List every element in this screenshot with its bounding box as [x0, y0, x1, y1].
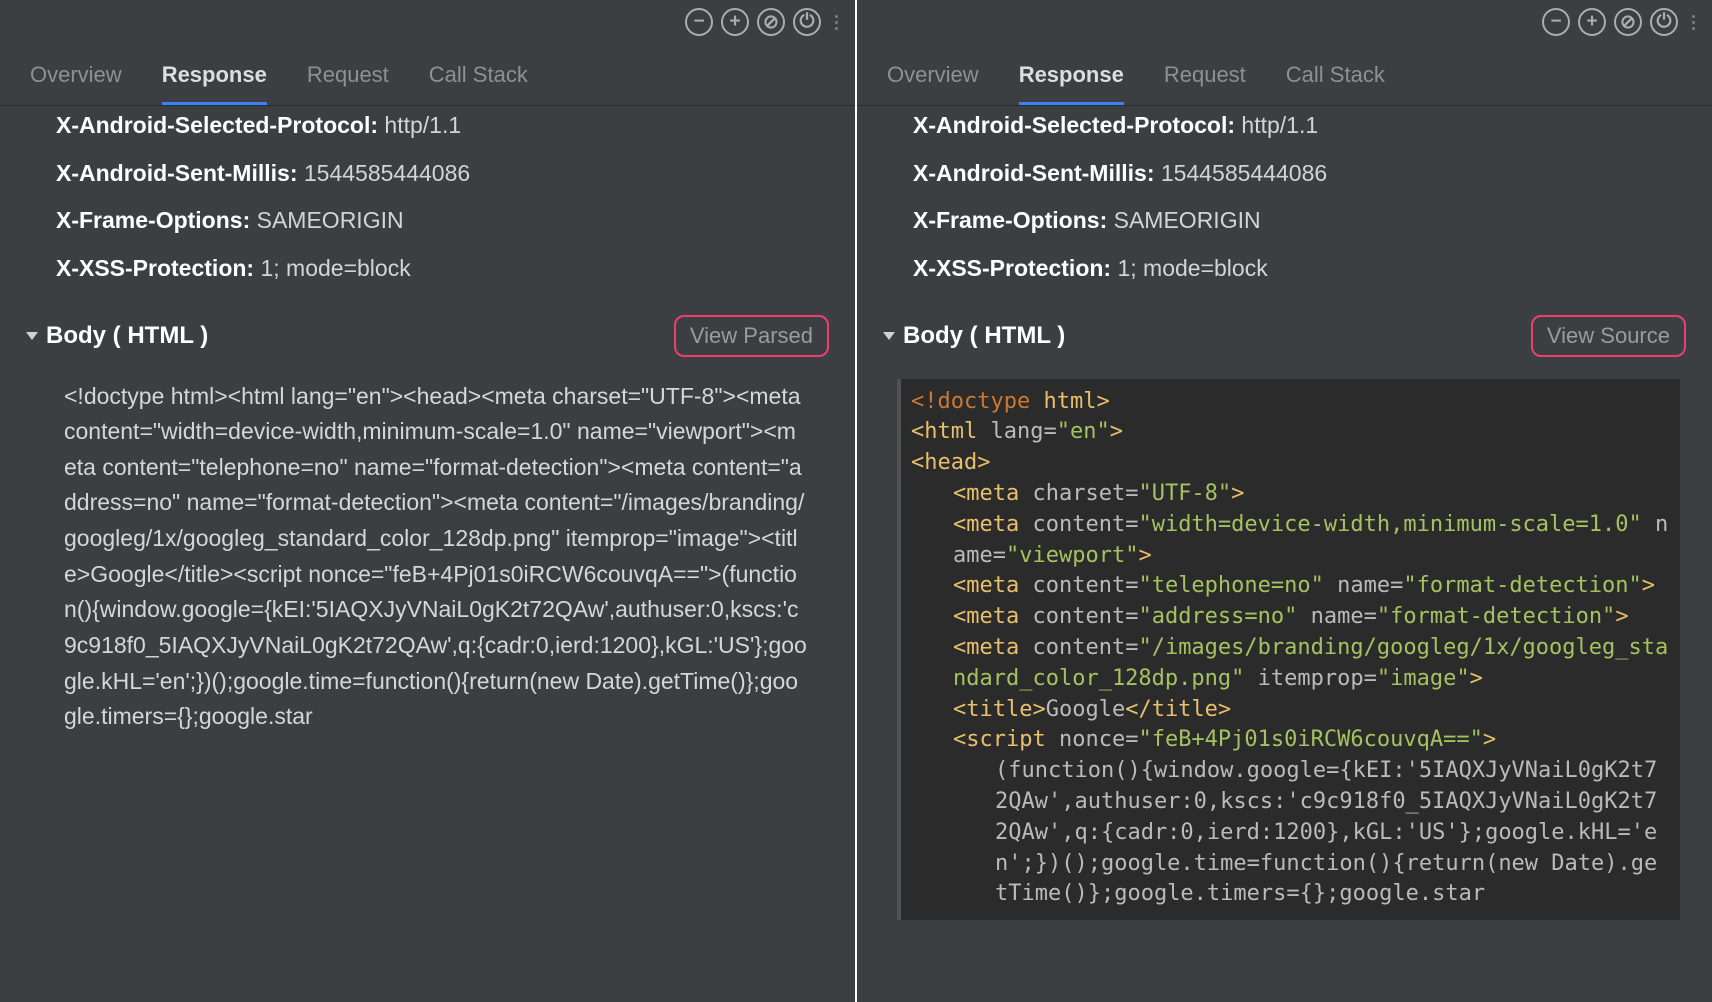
header-value: http/1.1	[384, 112, 461, 138]
header-key: X-Android-Selected-Protocol:	[913, 112, 1235, 138]
tabs: Overview Response Request Call Stack	[0, 44, 855, 106]
header-key: X-XSS-Protection:	[913, 255, 1111, 281]
panel-right: − + ⊘ ⏻ Overview Response Request Call S…	[857, 0, 1712, 1002]
plus-icon[interactable]: +	[1578, 8, 1606, 36]
tab-response[interactable]: Response	[162, 62, 267, 105]
header-key: X-Frame-Options:	[913, 207, 1107, 233]
code-line: <meta content="/images/branding/googleg/…	[911, 633, 1670, 695]
header-xss-protection: X-XSS-Protection: 1; mode=block	[857, 245, 1712, 293]
plus-icon[interactable]: +	[721, 8, 749, 36]
tab-callstack[interactable]: Call Stack	[1286, 62, 1385, 105]
body-section: Body ( HTML ) View Source <!doctype html…	[857, 315, 1712, 921]
power-icon[interactable]: ⏻	[1650, 8, 1678, 36]
panel-left: − + ⊘ ⏻ Overview Response Request Call S…	[0, 0, 855, 1002]
disclosure-triangle-icon	[883, 332, 895, 340]
body-title-text: Body ( HTML )	[903, 322, 1065, 350]
toolbar: − + ⊘ ⏻	[0, 0, 855, 44]
header-value: 1544585444086	[304, 160, 470, 186]
header-key: X-Android-Selected-Protocol:	[56, 112, 378, 138]
body-raw: <!doctype html><html lang="en"><head><me…	[64, 379, 807, 735]
header-key: X-XSS-Protection:	[56, 255, 254, 281]
tab-callstack[interactable]: Call Stack	[429, 62, 528, 105]
view-source-button[interactable]: View Source	[1531, 315, 1686, 357]
header-value: SAMEORIGIN	[1114, 207, 1261, 233]
more-icon[interactable]	[1688, 8, 1698, 36]
minus-icon[interactable]: −	[1542, 8, 1570, 36]
more-icon[interactable]	[831, 8, 841, 36]
body-title[interactable]: Body ( HTML )	[885, 322, 1065, 350]
header-value: SAMEORIGIN	[257, 207, 404, 233]
tab-request[interactable]: Request	[1164, 62, 1246, 105]
code-line: <meta charset="UTF-8">	[911, 479, 1670, 510]
code-line: <!doctype html>	[911, 387, 1670, 418]
body-code: <!doctype html> <html lang="en"> <head> …	[897, 379, 1680, 921]
tab-overview[interactable]: Overview	[887, 62, 979, 105]
header-selected-protocol: X-Android-Selected-Protocol: http/1.1	[857, 102, 1712, 150]
header-key: X-Android-Sent-Millis:	[56, 160, 297, 186]
code-line: <title>Google</title>	[911, 695, 1670, 726]
code-line: <html lang="en">	[911, 417, 1670, 448]
toolbar: − + ⊘ ⏻	[857, 0, 1712, 44]
header-key: X-Frame-Options:	[56, 207, 250, 233]
tabs: Overview Response Request Call Stack	[857, 44, 1712, 106]
header-xss-protection: X-XSS-Protection: 1; mode=block	[0, 245, 855, 293]
code-line: <script nonce="feB+4Pj01s0iRCW6couvqA=="…	[911, 725, 1670, 756]
header-selected-protocol: X-Android-Selected-Protocol: http/1.1	[0, 102, 855, 150]
slash-icon[interactable]: ⊘	[1614, 8, 1642, 36]
slash-icon[interactable]: ⊘	[757, 8, 785, 36]
tab-overview[interactable]: Overview	[30, 62, 122, 105]
header-sent-millis: X-Android-Sent-Millis: 1544585444086	[0, 150, 855, 198]
header-value: 1544585444086	[1161, 160, 1327, 186]
power-icon[interactable]: ⏻	[793, 8, 821, 36]
code-line: <meta content="width=device-width,minimu…	[911, 510, 1670, 572]
tab-response[interactable]: Response	[1019, 62, 1124, 105]
header-value: 1; mode=block	[260, 255, 410, 281]
body-title-row: Body ( HTML ) View Parsed	[28, 315, 835, 357]
body-title[interactable]: Body ( HTML )	[28, 322, 208, 350]
header-frame-options: X-Frame-Options: SAMEORIGIN	[0, 197, 855, 245]
header-value: http/1.1	[1241, 112, 1318, 138]
header-key: X-Android-Sent-Millis:	[913, 160, 1154, 186]
content: X-Android-Selected-Protocol: http/1.1 X-…	[0, 102, 855, 735]
disclosure-triangle-icon	[26, 332, 38, 340]
header-value: 1; mode=block	[1117, 255, 1267, 281]
view-parsed-button[interactable]: View Parsed	[674, 315, 829, 357]
body-title-row: Body ( HTML ) View Source	[885, 315, 1692, 357]
tab-request[interactable]: Request	[307, 62, 389, 105]
body-title-text: Body ( HTML )	[46, 322, 208, 350]
code-line: <meta content="address=no" name="format-…	[911, 602, 1670, 633]
code-line: (function(){window.google={kEI:'5IAQXJyV…	[911, 756, 1670, 910]
body-section: Body ( HTML ) View Parsed <!doctype html…	[0, 315, 855, 735]
content: X-Android-Selected-Protocol: http/1.1 X-…	[857, 102, 1712, 920]
header-frame-options: X-Frame-Options: SAMEORIGIN	[857, 197, 1712, 245]
code-line: <meta content="telephone=no" name="forma…	[911, 571, 1670, 602]
header-sent-millis: X-Android-Sent-Millis: 1544585444086	[857, 150, 1712, 198]
minus-icon[interactable]: −	[685, 8, 713, 36]
code-line: <head>	[911, 448, 1670, 479]
